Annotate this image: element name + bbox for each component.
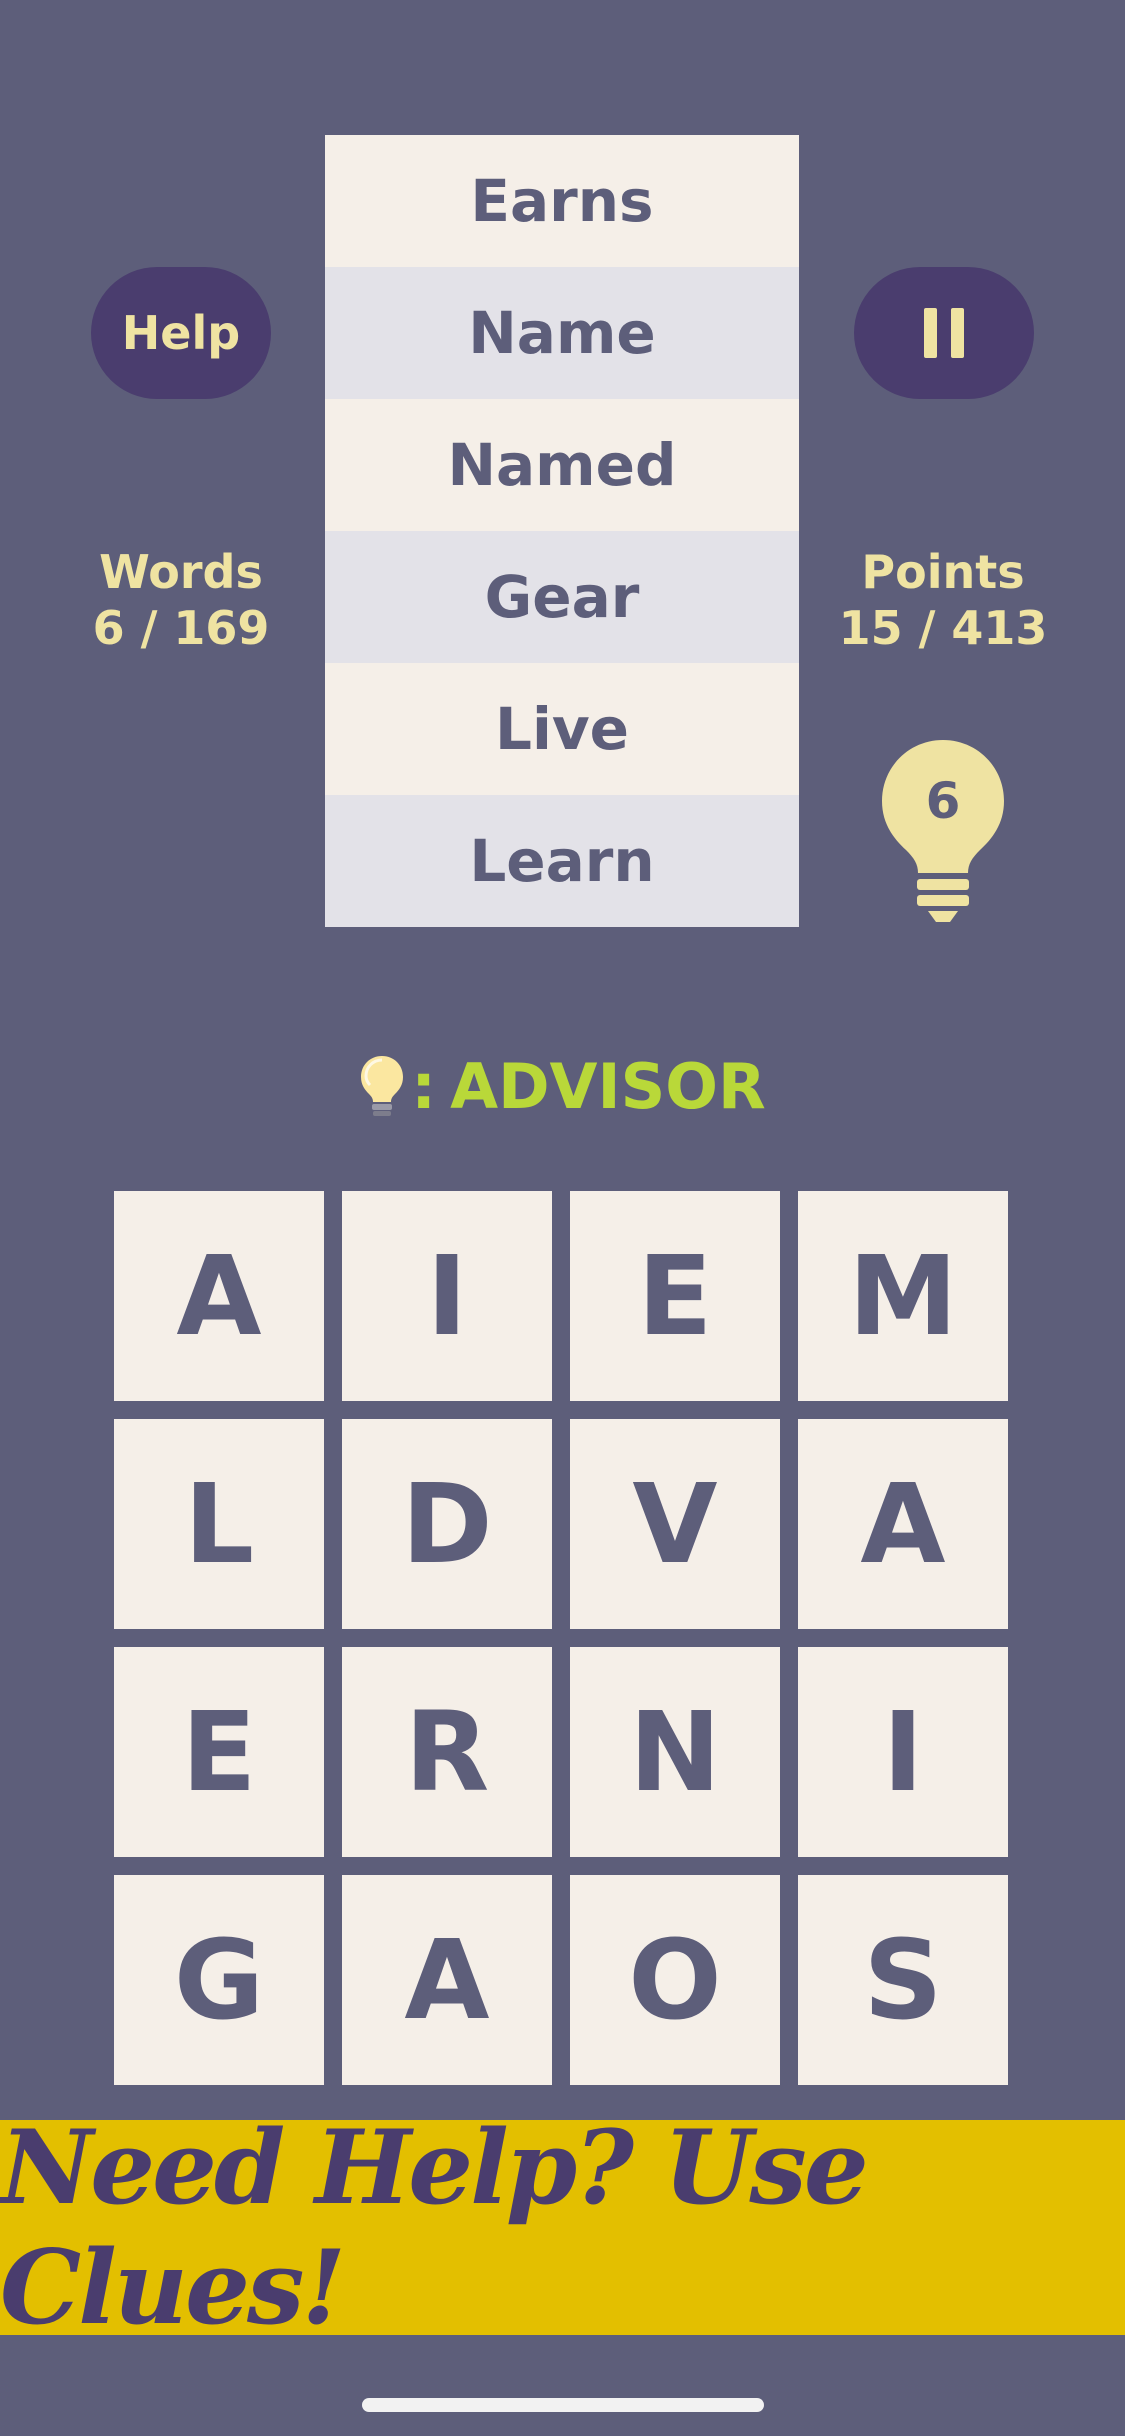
use-clues-banner[interactable]: Need Help? Use Clues!: [0, 2108, 1125, 2348]
letter-tile[interactable]: V: [570, 1419, 780, 1629]
words-label: Words: [99, 545, 263, 599]
points-label: Points: [861, 545, 1025, 599]
found-word: Learn: [325, 795, 799, 927]
hint-bulb-button[interactable]: 6: [880, 738, 1006, 924]
found-words-list: Earns Name Named Gear Live Learn: [325, 135, 799, 927]
letter-tile[interactable]: M: [798, 1191, 1008, 1401]
letter-tile[interactable]: D: [342, 1419, 552, 1629]
hint-count: 6: [925, 772, 961, 830]
letter-tile[interactable]: E: [570, 1191, 780, 1401]
points-stat: Points 15 / 413: [833, 544, 1053, 656]
letter-tile[interactable]: I: [342, 1191, 552, 1401]
hint-separator: :: [411, 1050, 437, 1123]
lightbulb-icon: [361, 1055, 404, 1116]
letter-tile[interactable]: A: [798, 1419, 1008, 1629]
letter-tile[interactable]: G: [114, 1875, 324, 2085]
letter-tile[interactable]: N: [570, 1647, 780, 1857]
found-word: Named: [325, 399, 799, 531]
letter-tile[interactable]: A: [342, 1875, 552, 2085]
letter-tile[interactable]: L: [114, 1419, 324, 1629]
points-value: 15 / 413: [838, 601, 1048, 655]
pause-icon: [924, 308, 964, 358]
found-word: Gear: [325, 531, 799, 663]
game-screen: Earns Name Named Gear Live Learn Help Wo…: [0, 0, 1125, 2436]
letter-tile[interactable]: A: [114, 1191, 324, 1401]
words-value: 6 / 169: [92, 601, 270, 655]
letter-tile[interactable]: O: [570, 1875, 780, 2085]
letter-tile[interactable]: R: [342, 1647, 552, 1857]
hint-line: : ADVISOR: [0, 1050, 1125, 1123]
lightbulb-icon: [882, 740, 1004, 922]
found-word: Name: [325, 267, 799, 399]
help-button[interactable]: Help: [91, 267, 271, 399]
letter-tile[interactable]: I: [798, 1647, 1008, 1857]
letter-tile[interactable]: S: [798, 1875, 1008, 2085]
found-word: Live: [325, 663, 799, 795]
found-word: Earns: [325, 135, 799, 267]
home-indicator[interactable]: [362, 2398, 764, 2412]
pause-button[interactable]: [854, 267, 1034, 399]
letter-board: A I E M L D V A E R N I G A O S: [114, 1191, 1010, 2085]
hint-word: ADVISOR: [450, 1050, 766, 1123]
letter-tile[interactable]: E: [114, 1647, 324, 1857]
words-stat: Words 6 / 169: [71, 544, 291, 656]
